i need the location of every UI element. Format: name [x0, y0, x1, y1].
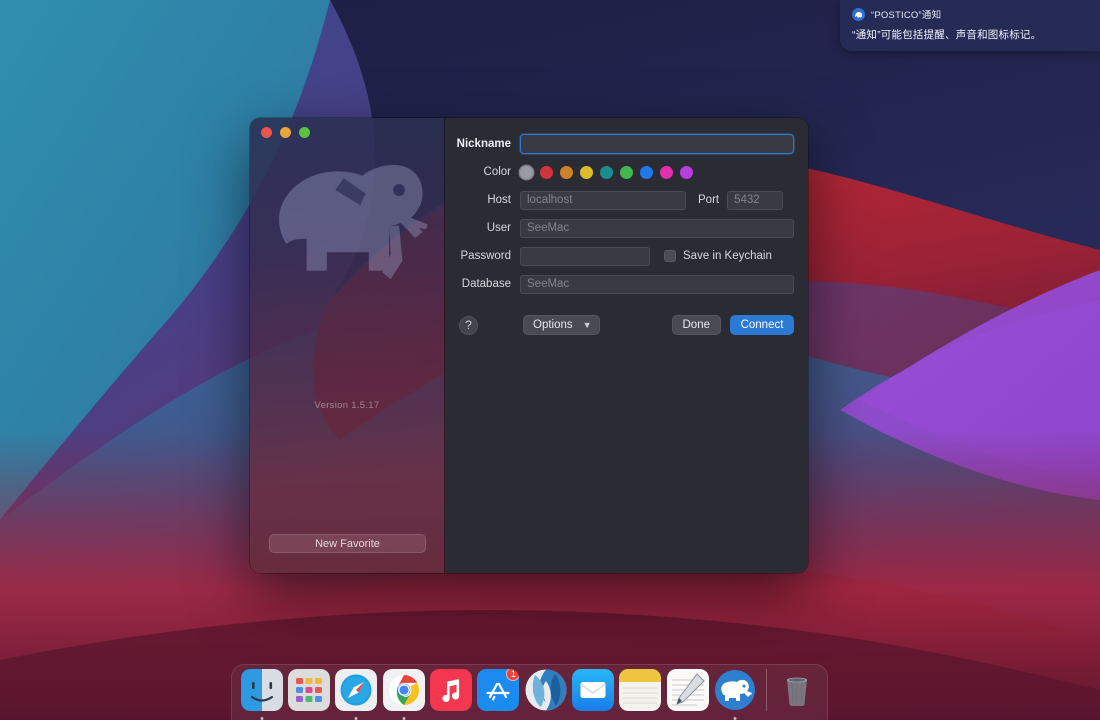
version-label: Version 1.5.17	[314, 400, 380, 411]
finder-icon	[240, 669, 283, 711]
notification-title: “POSTICO”通知	[871, 10, 942, 21]
siri-icon	[525, 669, 567, 711]
dock-item-mail[interactable]	[570, 669, 615, 720]
save-in-keychain-checkbox[interactable]	[664, 250, 676, 262]
notification-body: “通知”可能包括提醒、声音和图标标记。	[852, 29, 1042, 41]
connection-form: Nickname Color Host localhost Port 5432 …	[450, 134, 794, 336]
dialog-button-row: ? Options ▼ Done Connect	[450, 314, 794, 336]
chevron-down-icon: ▼	[582, 320, 592, 330]
host-port-row: Host localhost Port 5432	[450, 190, 794, 210]
mail-icon	[572, 669, 615, 711]
dock-item-music[interactable]	[428, 669, 473, 720]
user-placeholder: SeeMac	[527, 222, 570, 234]
dock-item-finder[interactable]	[239, 669, 284, 720]
dock-item-app-store[interactable]: 1	[476, 669, 521, 720]
color-row: Color	[450, 162, 794, 182]
app-store-icon: 1	[477, 669, 520, 711]
nickname-input[interactable]	[520, 134, 794, 154]
color-swatch-blue[interactable]	[640, 165, 653, 179]
help-icon: ?	[465, 318, 472, 332]
chrome-icon	[382, 669, 425, 711]
dock-item-textedit[interactable]	[665, 669, 710, 720]
dock-separator	[765, 669, 767, 711]
postico-window: Version 1.5.17 New Favorite Nickname Col…	[250, 118, 808, 573]
dock-item-launchpad[interactable]	[286, 669, 331, 720]
dock-item-siri[interactable]	[523, 669, 568, 720]
nickname-label: Nickname	[456, 138, 511, 150]
color-swatch-yellow[interactable]	[580, 165, 593, 179]
notification-banner[interactable]: “POSTICO”通知 “通知”可能包括提醒、声音和图标标记。	[840, 0, 1100, 51]
connect-button[interactable]: Connect	[730, 315, 794, 335]
window-sidebar: Version 1.5.17 New Favorite	[250, 118, 445, 573]
launchpad-icon	[288, 669, 331, 711]
nickname-row: Nickname	[450, 134, 794, 154]
host-input[interactable]: localhost	[520, 190, 686, 210]
database-label: Database	[461, 278, 511, 290]
port-label: Port	[698, 194, 720, 206]
dock: 1	[231, 664, 828, 720]
host-label: Host	[487, 194, 511, 206]
safari-icon	[335, 669, 378, 711]
new-favorite-button[interactable]: New Favorite	[269, 534, 426, 553]
desktop: “POSTICO”通知 “通知”可能包括提醒、声音和图标标记。 Version …	[0, 0, 1100, 720]
user-row: User SeeMac	[450, 218, 794, 238]
color-swatch-teal[interactable]	[600, 165, 613, 179]
save-in-keychain-control[interactable]: Save in Keychain	[650, 250, 772, 262]
color-swatch-pink[interactable]	[660, 165, 673, 179]
user-input[interactable]: SeeMac	[520, 218, 794, 238]
postico-icon	[714, 669, 756, 711]
color-label: Color	[483, 166, 511, 178]
music-icon	[430, 669, 473, 711]
connect-label: Connect	[740, 319, 784, 331]
port-input[interactable]: 5432	[727, 190, 784, 210]
traffic-lights	[261, 127, 310, 138]
port-placeholder: 5432	[734, 194, 760, 206]
trash-icon	[776, 669, 818, 711]
close-button[interactable]	[261, 127, 272, 138]
options-button[interactable]: Options ▼	[523, 315, 600, 335]
password-label: Password	[460, 250, 512, 262]
dock-item-trash[interactable]	[775, 669, 820, 720]
database-input[interactable]: SeeMac	[520, 274, 794, 294]
database-row: Database SeeMac	[450, 274, 794, 294]
new-favorite-label: New Favorite	[315, 537, 380, 550]
done-label: Done	[682, 319, 711, 331]
color-swatch-gray[interactable]	[520, 165, 533, 179]
save-in-keychain-label: Save in Keychain	[683, 250, 772, 262]
host-placeholder: localhost	[527, 194, 573, 206]
password-input[interactable]	[520, 246, 650, 266]
window-content-pane: Nickname Color Host localhost Port 5432 …	[445, 118, 808, 573]
dock-item-chrome[interactable]	[381, 669, 426, 720]
zoom-button[interactable]	[299, 127, 310, 138]
color-swatch-red[interactable]	[540, 165, 553, 179]
app-store-badge: 1	[506, 669, 520, 681]
color-swatch-group	[520, 165, 693, 179]
user-label: User	[486, 222, 511, 234]
notification-header: “POSTICO”通知	[852, 7, 1088, 21]
help-button[interactable]: ?	[459, 315, 478, 335]
minimize-button[interactable]	[280, 127, 291, 138]
color-swatch-purple[interactable]	[680, 165, 693, 179]
done-button[interactable]: Done	[671, 315, 721, 335]
textedit-icon	[666, 669, 709, 711]
color-swatch-orange[interactable]	[560, 165, 573, 179]
database-placeholder: SeeMac	[527, 278, 570, 290]
password-row: Password Save in Keychain	[450, 246, 794, 266]
notes-icon	[619, 669, 662, 711]
dock-item-notes[interactable]	[618, 669, 663, 720]
dock-item-postico[interactable]	[712, 669, 757, 720]
dock-item-safari[interactable]	[334, 669, 379, 720]
options-label: Options	[533, 319, 573, 331]
elephant-logo	[250, 142, 444, 307]
color-swatch-green[interactable]	[620, 165, 633, 179]
postico-elephant-icon	[852, 7, 865, 21]
